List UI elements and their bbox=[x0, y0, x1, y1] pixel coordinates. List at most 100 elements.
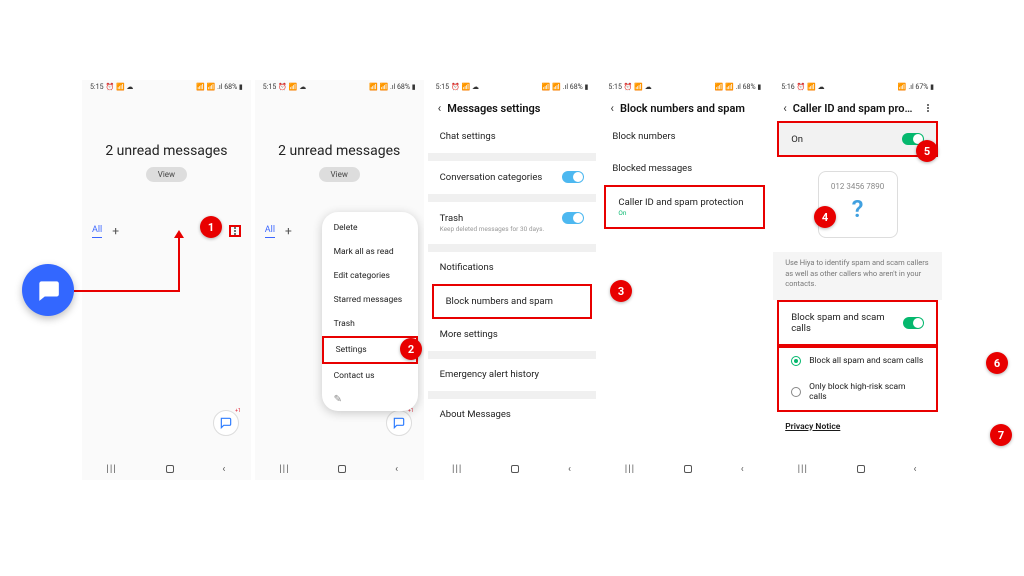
nav-home-icon[interactable] bbox=[511, 465, 519, 473]
nav-back-icon[interactable]: ‹ bbox=[914, 464, 918, 475]
screen-4-block-numbers-spam: 5:15⏰ 📶 ☁ 📶 📶 .ıl 68% ▮ ‹ Block numbers … bbox=[600, 80, 769, 480]
menu-starred[interactable]: Starred messages bbox=[322, 288, 418, 312]
status-right-icons: 📶 📶 .ıl 68% ▮ bbox=[369, 83, 416, 91]
item-about-messages[interactable]: About Messages bbox=[428, 399, 597, 431]
nav-recent-icon[interactable]: ||| bbox=[625, 464, 635, 475]
status-bar: 5:15⏰ 📶 ☁ 📶 📶 .ıl 68% ▮ bbox=[82, 80, 251, 93]
toggle-block-spam[interactable] bbox=[903, 317, 924, 329]
item-blocked-messages[interactable]: Blocked messages bbox=[600, 153, 769, 185]
nav-back-icon[interactable]: ‹ bbox=[741, 464, 745, 475]
page-header: ‹ Block numbers and spam bbox=[600, 93, 769, 121]
item-chat-settings[interactable]: Chat settings bbox=[428, 121, 597, 153]
compose-fab[interactable]: +1 bbox=[386, 410, 412, 436]
status-right-icons: 📶 📶 .ıl 68% ▮ bbox=[542, 83, 589, 91]
nav-bar: ||| ‹ bbox=[773, 458, 942, 480]
add-tab-button[interactable]: + bbox=[285, 224, 292, 238]
item-caller-id-spam[interactable]: Caller ID and spam protection On bbox=[604, 185, 765, 229]
divider bbox=[428, 244, 597, 252]
nav-recent-icon[interactable]: ||| bbox=[106, 464, 116, 475]
menu-edit-categories[interactable]: Edit categories bbox=[322, 264, 418, 288]
status-bar: 5:15⏰ 📶 ☁ 📶 📶 .ıl 68% ▮ bbox=[428, 80, 597, 93]
radio-block-all[interactable]: Block all spam and scam calls bbox=[779, 348, 936, 374]
status-time: 5:15 bbox=[263, 83, 277, 91]
more-icon[interactable] bbox=[229, 225, 241, 237]
nav-home-icon[interactable] bbox=[166, 465, 174, 473]
menu-mark-read[interactable]: Mark all as read bbox=[322, 240, 418, 264]
master-toggle-row[interactable]: On bbox=[777, 121, 938, 157]
nav-recent-icon[interactable]: ||| bbox=[452, 464, 462, 475]
trash-subtitle: Keep deleted messages for 30 days. bbox=[440, 225, 545, 233]
overflow-menu: Delete Mark all as read Edit categories … bbox=[322, 212, 418, 411]
more-icon[interactable] bbox=[922, 102, 934, 114]
status-left-icons: ⏰ 📶 ☁ bbox=[451, 83, 479, 91]
view-button[interactable]: View bbox=[146, 167, 187, 182]
radio-icon[interactable] bbox=[791, 356, 801, 366]
radio-high-risk[interactable]: Only block high-risk scam calls bbox=[779, 374, 936, 410]
item-notifications[interactable]: Notifications bbox=[428, 252, 597, 284]
tab-all[interactable]: All bbox=[265, 225, 275, 238]
toggle-conv[interactable] bbox=[562, 171, 584, 183]
divider bbox=[428, 194, 597, 202]
tab-all[interactable]: All bbox=[92, 225, 102, 238]
status-left-icons: ⏰ 📶 ☁ bbox=[624, 83, 652, 91]
status-left-icons: ⏰ 📶 ☁ bbox=[106, 83, 134, 91]
preview-number: 012 3456 7890 bbox=[823, 182, 893, 191]
status-right-icons: 📶 .ıl 67% ▮ bbox=[898, 83, 934, 91]
nav-bar: ||| ‹ bbox=[600, 458, 769, 480]
annotation-arrow bbox=[178, 236, 180, 292]
nav-home-icon[interactable] bbox=[338, 465, 346, 473]
annotation-callout-5: 5 bbox=[916, 140, 938, 162]
item-trash[interactable]: Trash Keep deleted messages for 30 days. bbox=[428, 202, 597, 244]
view-button[interactable]: View bbox=[319, 167, 360, 182]
nav-back-icon[interactable]: ‹ bbox=[222, 464, 226, 475]
annotation-arrowhead bbox=[174, 230, 184, 238]
menu-trash[interactable]: Trash bbox=[322, 312, 418, 336]
phone-preview: 012 3456 7890 ? bbox=[818, 171, 898, 238]
nav-recent-icon[interactable]: ||| bbox=[798, 464, 808, 475]
status-time: 5:15 bbox=[436, 83, 450, 91]
status-bar: 5:15⏰ 📶 ☁ 📶 📶 .ıl 68% ▮ bbox=[255, 80, 424, 93]
status-time: 5:15 bbox=[608, 83, 622, 91]
privacy-notice-link[interactable]: Privacy Notice bbox=[773, 412, 942, 442]
nav-home-icon[interactable] bbox=[684, 465, 692, 473]
annotation-arrow bbox=[74, 290, 180, 292]
status-right-icons: 📶 📶 .ıl 68% ▮ bbox=[715, 83, 762, 91]
add-tab-button[interactable]: + bbox=[112, 224, 119, 238]
radio-icon[interactable] bbox=[791, 387, 801, 397]
nav-recent-icon[interactable]: ||| bbox=[279, 464, 289, 475]
item-block-numbers-spam[interactable]: Block numbers and spam bbox=[432, 284, 593, 319]
toggle-trash[interactable] bbox=[562, 212, 584, 224]
item-conversation-categories[interactable]: Conversation categories bbox=[428, 161, 597, 194]
header-title: Messages settings bbox=[447, 102, 540, 115]
caller-id-status: On bbox=[618, 209, 626, 217]
screen-5-caller-id-protection: 5:16⏰ 📶 ☁ 📶 .ıl 67% ▮ ‹ Caller ID and sp… bbox=[773, 80, 942, 480]
messages-app-icon[interactable] bbox=[22, 264, 74, 316]
screen-1-messages-home: 5:15⏰ 📶 ☁ 📶 📶 .ıl 68% ▮ 2 unread message… bbox=[82, 80, 251, 480]
block-spam-toggle-row[interactable]: Block spam and scam calls bbox=[777, 300, 938, 346]
fab-badge: +1 bbox=[235, 408, 241, 414]
back-icon[interactable]: ‹ bbox=[783, 101, 787, 115]
annotation-callout-7: 7 bbox=[990, 424, 1012, 446]
menu-contact-us[interactable]: Contact us bbox=[322, 364, 418, 388]
annotation-callout-6: 6 bbox=[986, 352, 1008, 374]
nav-back-icon[interactable]: ‹ bbox=[395, 464, 399, 475]
annotation-callout-4: 4 bbox=[814, 206, 836, 228]
page-title: 2 unread messages bbox=[82, 143, 251, 159]
screen-2-overflow-menu: 5:15⏰ 📶 ☁ 📶 📶 .ıl 68% ▮ 2 unread message… bbox=[255, 80, 424, 480]
annotation-callout-2: 2 bbox=[400, 338, 422, 360]
item-more-settings[interactable]: More settings bbox=[428, 319, 597, 351]
compose-fab[interactable]: +1 bbox=[213, 410, 239, 436]
nav-home-icon[interactable] bbox=[857, 465, 865, 473]
page-header: ‹ Messages settings bbox=[428, 93, 597, 121]
tabs-row: All + bbox=[82, 218, 251, 244]
menu-compose-icon[interactable]: ✎ bbox=[322, 388, 418, 407]
nav-bar: ||| ‹ bbox=[255, 458, 424, 480]
nav-back-icon[interactable]: ‹ bbox=[568, 464, 572, 475]
menu-delete[interactable]: Delete bbox=[322, 216, 418, 240]
status-left-icons: ⏰ 📶 ☁ bbox=[278, 83, 306, 91]
item-block-numbers[interactable]: Block numbers bbox=[600, 121, 769, 153]
radio-group: Block all spam and scam calls Only block… bbox=[777, 346, 938, 412]
back-icon[interactable]: ‹ bbox=[438, 101, 442, 115]
item-emergency-alert[interactable]: Emergency alert history bbox=[428, 359, 597, 391]
back-icon[interactable]: ‹ bbox=[610, 101, 614, 115]
